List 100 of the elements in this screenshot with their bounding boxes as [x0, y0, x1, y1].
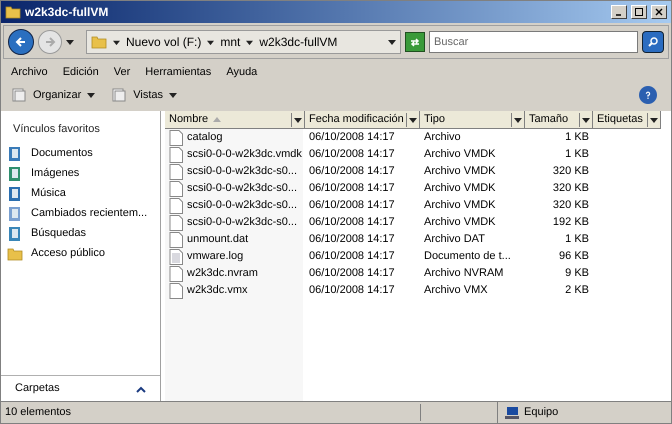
column-header[interactable]: Nombre [165, 111, 305, 129]
table-cell-text: w2k3dc.nvram [187, 266, 258, 282]
table-cell-text: Archivo VMDK [423, 215, 497, 230]
table-cell-text: 06/10/2008 14:17 [308, 147, 396, 162]
close-button[interactable] [651, 5, 667, 19]
file-icon [169, 146, 183, 162]
table-cell-text: 192 KB [552, 215, 590, 230]
caret-icon [293, 116, 303, 124]
table-cell-text: 96 KB [558, 249, 590, 264]
file-icon [169, 164, 183, 180]
file-icon [169, 198, 183, 214]
breadcrumb-item[interactable]: w2k3dc-fullVM [259, 33, 338, 51]
caret-icon [388, 38, 396, 46]
back-button[interactable] [8, 29, 34, 55]
file-icon [169, 130, 183, 146]
pages-icon [11, 87, 27, 103]
sidebar-item[interactable]: Música [1, 184, 160, 204]
caret-icon [649, 116, 659, 124]
search-button[interactable] [642, 31, 664, 53]
table-cell-text: Archivo NVRAM [423, 266, 504, 282]
column-header[interactable]: Tamaño [525, 111, 593, 129]
table-cell-text: 06/10/2008 14:17 [308, 198, 396, 214]
table-cell-text: scsi0-0-0-w2k3dc-s0... [187, 198, 298, 214]
toolbar-button[interactable]: Vistas [111, 86, 178, 104]
window-title: w2k3dc-fullVM [25, 4, 110, 21]
caret-icon [408, 116, 418, 124]
table-cell-text: Documento de t... [423, 249, 512, 264]
refresh-button[interactable] [405, 32, 425, 52]
text-file-icon [169, 248, 183, 264]
folder-icon [5, 4, 21, 20]
breadcrumb-item[interactable]: mnt [220, 33, 240, 51]
table-cell-text: scsi0-0-0-w2k3dc-s0... [187, 181, 298, 196]
maximize-button[interactable] [631, 5, 647, 19]
close-icon [655, 8, 663, 16]
maximize-icon [635, 8, 643, 16]
address-bar[interactable]: Nuevo vol (F:) mnt w2k3dc-fullVM [86, 30, 401, 54]
caret-icon [513, 116, 523, 124]
table-cell-text: Archivo VMDK [423, 147, 497, 162]
column-header[interactable]: Etiquetas [593, 111, 661, 129]
table-cell-text: vmware.log [187, 249, 244, 264]
table-cell-text: 06/10/2008 14:17 [308, 283, 396, 298]
caret-icon [246, 38, 254, 46]
menu-item[interactable]: Herramientas [145, 64, 212, 80]
section-title: Vínculos favoritos [12, 122, 101, 137]
toolbar-button[interactable]: Organizar [11, 86, 96, 104]
menu-item[interactable]: Ayuda [226, 64, 258, 80]
table-cell-text: 320 KB [552, 181, 590, 196]
table-cell-text: 06/10/2008 14:17 [308, 130, 396, 146]
file-icon [169, 214, 183, 230]
search-icon [647, 36, 659, 48]
sidebar-item[interactable]: Cambiados recientem... [1, 204, 160, 224]
status-text: 10 elementos [1, 404, 421, 421]
table-cell-text: w2k3dc.vmx [187, 283, 248, 298]
table-cell-text: 2 KB [564, 283, 590, 298]
folder-icon [7, 246, 23, 262]
caret-icon [87, 91, 96, 99]
menu-item[interactable]: Archivo [11, 64, 48, 80]
menu-item[interactable]: Ver [114, 64, 130, 80]
sidebar-item[interactable]: Acceso público [1, 244, 160, 264]
help-button[interactable] [639, 86, 657, 104]
refresh-icon [409, 36, 421, 48]
caret-icon [113, 38, 120, 46]
folders-bar[interactable]: Carpetas [1, 375, 160, 401]
computer-icon [504, 404, 520, 420]
caret-icon [66, 38, 74, 46]
file-icon [169, 266, 183, 282]
breadcrumb-item[interactable]: Nuevo vol (F:) [126, 33, 202, 51]
menu-item[interactable]: Edición [62, 64, 99, 80]
table-cell-text: 1 KB [564, 130, 590, 146]
caret-icon [207, 38, 214, 46]
table-cell-text: Archivo [423, 130, 462, 146]
table-cell-text: unmount.dat [187, 232, 248, 248]
table-cell-text: 06/10/2008 14:17 [308, 249, 396, 264]
caret-icon [581, 116, 591, 124]
column-header[interactable]: Fecha modificación [305, 111, 420, 129]
table-cell-text: 320 KB [552, 164, 590, 180]
table-cell-text: Archivo VMDK [423, 198, 497, 214]
chevron-up-icon [136, 384, 146, 392]
file-icon [169, 180, 183, 196]
search-field[interactable]: Buscar [429, 31, 638, 53]
table-cell-text: 06/10/2008 14:17 [308, 215, 396, 230]
table-cell-text: scsi0-0-0-w2k3dc-s0... [187, 215, 298, 230]
table-cell-text: Archivo VMDK [423, 164, 497, 180]
table-cell-text: 06/10/2008 14:17 [308, 266, 396, 282]
file-icon [169, 232, 183, 248]
sort-arrow-icon [213, 117, 221, 122]
file-icon [169, 282, 183, 298]
status-location: Equipo [524, 405, 558, 420]
forward-arrow-icon [44, 36, 56, 48]
minimize-button[interactable] [611, 5, 627, 19]
sidebar-item[interactable]: Imágenes [1, 164, 160, 184]
back-arrow-icon [15, 36, 27, 48]
sidebar-item[interactable]: Documentos [1, 144, 160, 164]
column-header[interactable]: Tipo [420, 111, 525, 129]
sidebar-item[interactable]: Búsquedas [1, 224, 160, 244]
table-cell-text: 06/10/2008 14:17 [308, 164, 396, 180]
table-cell-text: 320 KB [552, 198, 590, 214]
caret-icon [169, 91, 178, 99]
help-icon [644, 91, 652, 99]
table-cell-text: Archivo VMX [423, 283, 489, 298]
